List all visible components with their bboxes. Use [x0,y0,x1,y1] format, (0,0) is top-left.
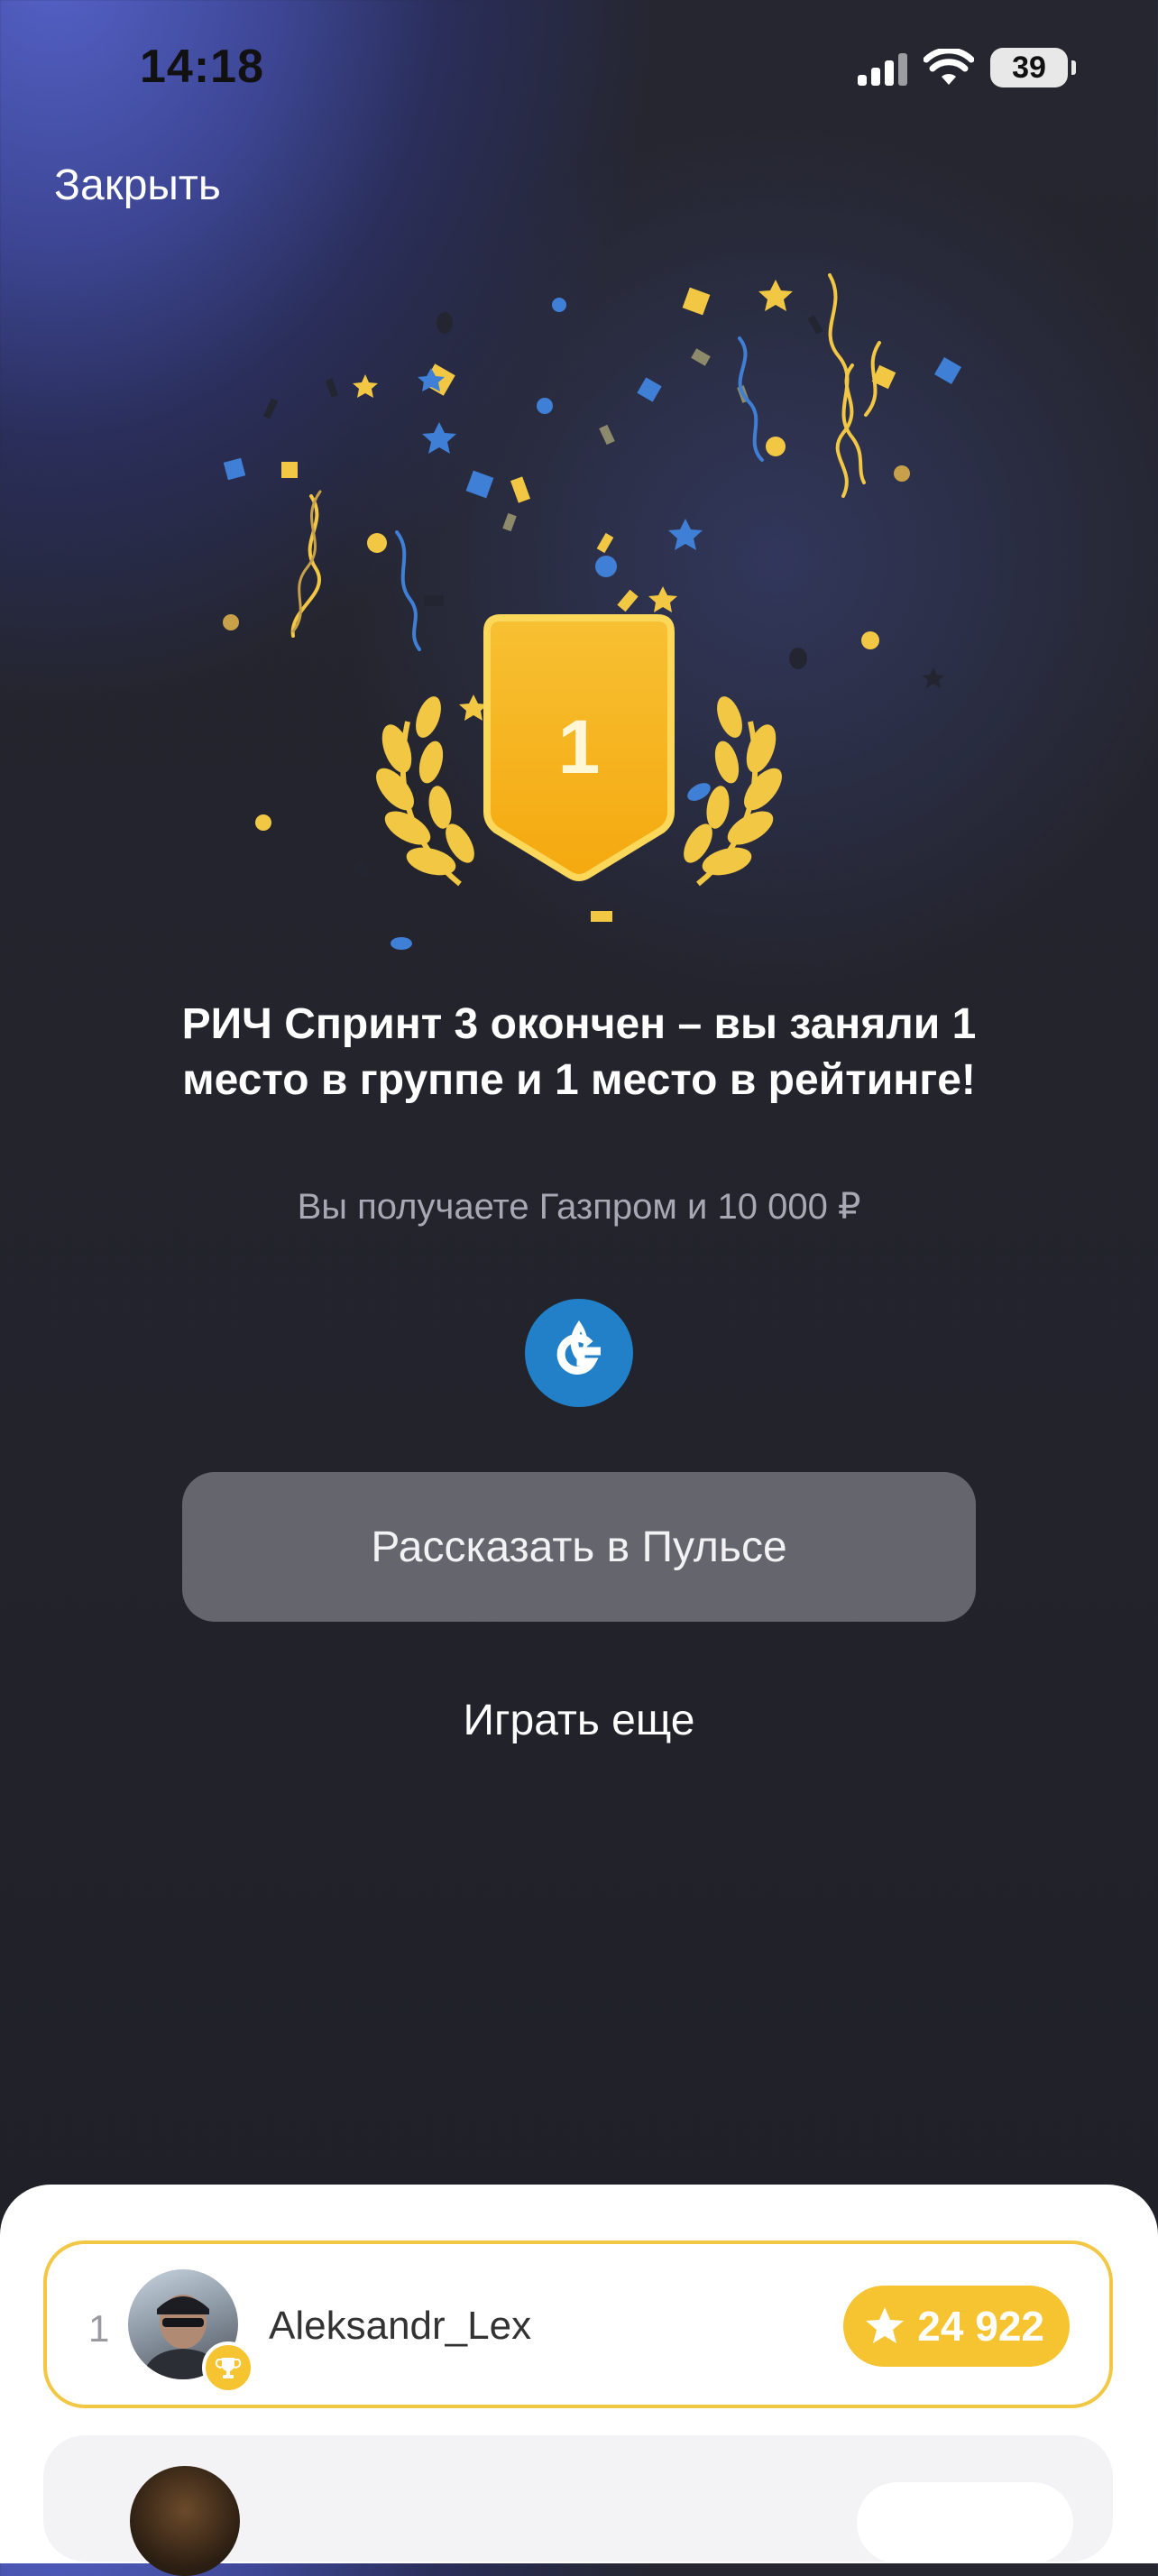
play-again-button[interactable]: Играть еще [308,1696,850,1745]
reward-text: Вы получаете Газпром и 10 000 ₽ [297,1187,861,1227]
leaderboard-row[interactable]: 1 Aleksandr_Lex 24 922 [43,2240,1113,2408]
close-button[interactable]: Закрыть [54,161,221,210]
cellular-signal-icon [858,50,907,86]
status-time: 14:18 [140,41,264,93]
award-place-number: 1 [557,704,601,789]
score-badge [857,2482,1073,2563]
wifi-icon [924,49,974,85]
trophy-badge [202,2341,254,2394]
avatar [130,2466,240,2576]
leaderboard-username: Aleksandr_Lex [269,2304,532,2348]
leaderboard-row-partial[interactable] [43,2435,1113,2576]
leaderboard-rank: 1 [88,2307,110,2350]
score-value: 24 922 [917,2303,1044,2350]
gazprom-logo [525,1299,633,1407]
trophy-icon [215,2358,242,2378]
result-headline: РИЧ Спринт 3 окончен – вы заняли 1 место… [181,1000,977,1104]
star-icon [866,2307,905,2343]
status-icons: 39 [858,47,1076,88]
battery-icon: 39 [990,48,1076,87]
gazprom-flame-icon [556,1320,601,1375]
status-bar: 14:18 39 [0,0,1158,135]
score-badge: 24 922 [843,2286,1070,2367]
share-in-pulse-button[interactable]: Рассказать в Пульсе [182,1472,976,1622]
